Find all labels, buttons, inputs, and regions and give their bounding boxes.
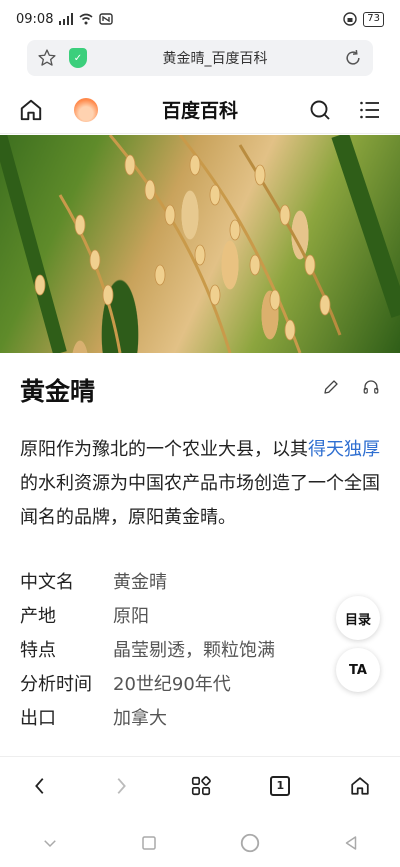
info-key: 中文名 bbox=[20, 572, 74, 593]
info-key: 出口 bbox=[20, 708, 56, 729]
info-key: 产地 bbox=[20, 606, 56, 627]
summary-text-start: 原阳作为豫北的一个农业大县，以其 bbox=[20, 439, 308, 460]
info-key: 分析时间 bbox=[20, 674, 92, 695]
basic-info-box: 中文名 黄金晴 产地 原阳 特点 晶莹剔透，颗粒饱满 分析时间 20世纪90年代… bbox=[20, 564, 340, 734]
back-triangle-icon[interactable] bbox=[342, 834, 360, 852]
address-bar[interactable]: ✓ 黄金晴_百度百科 bbox=[27, 40, 373, 76]
headphones-icon[interactable] bbox=[362, 378, 380, 396]
pencil-icon[interactable] bbox=[322, 378, 340, 396]
browser-bottom-nav: 1 bbox=[0, 756, 400, 814]
menu-icon[interactable] bbox=[358, 98, 382, 122]
info-key: 特点 bbox=[20, 640, 56, 661]
nfc-icon bbox=[99, 13, 114, 25]
entry-hero-image[interactable] bbox=[0, 135, 400, 353]
apps-icon[interactable] bbox=[190, 775, 212, 797]
back-icon[interactable] bbox=[29, 775, 51, 797]
home-icon[interactable] bbox=[349, 775, 371, 797]
shield-icon: ✓ bbox=[69, 48, 87, 68]
entry-summary: 原阳作为豫北的一个农业大县，以其得天独厚的水利资源为中国农产品市场创造了一个全国… bbox=[20, 433, 380, 535]
star-icon[interactable] bbox=[37, 48, 57, 68]
summary-link[interactable]: 得天独厚 bbox=[308, 439, 380, 460]
flame-icon[interactable] bbox=[74, 97, 98, 122]
tab-count-button[interactable]: 1 bbox=[270, 775, 291, 796]
info-value: 原阳 bbox=[113, 606, 149, 627]
lock-rotation-icon bbox=[343, 12, 357, 26]
wifi-icon bbox=[79, 13, 93, 25]
status-bar: 09:08 73 bbox=[0, 0, 400, 38]
refresh-icon[interactable] bbox=[343, 48, 363, 68]
recents-icon[interactable] bbox=[140, 834, 158, 852]
info-value: 加拿大 bbox=[113, 708, 167, 729]
signal-icon bbox=[59, 13, 74, 25]
entry-title: 黄金晴 bbox=[20, 377, 96, 406]
search-icon[interactable] bbox=[308, 98, 332, 122]
info-row: 分析时间 20世纪90年代 bbox=[20, 666, 340, 700]
battery-indicator: 73 bbox=[363, 11, 384, 27]
rice-illustration bbox=[0, 135, 400, 353]
status-time: 09:08 bbox=[16, 11, 54, 27]
title-actions bbox=[322, 378, 380, 396]
info-row: 特点 晶莹剔透，颗粒饱满 bbox=[20, 632, 340, 666]
info-value: 黄金晴 bbox=[113, 572, 167, 593]
forward-icon[interactable] bbox=[110, 775, 132, 797]
toc-button[interactable]: 目录 bbox=[336, 596, 380, 640]
system-nav-bar bbox=[0, 818, 400, 867]
home-circle-icon[interactable] bbox=[239, 832, 261, 854]
chevron-down-icon[interactable] bbox=[41, 834, 59, 852]
ta-button[interactable]: TA bbox=[336, 648, 380, 692]
site-header: 百度百科 bbox=[0, 86, 400, 134]
home-icon[interactable] bbox=[18, 97, 44, 123]
summary-text-end: 的水利资源为中国农产品市场创造了一个全国闻名的品牌，原阳黄金晴。 bbox=[20, 473, 380, 528]
page-title-url[interactable]: 黄金晴_百度百科 bbox=[87, 48, 343, 68]
info-row: 中文名 黄金晴 bbox=[20, 564, 340, 598]
info-row: 产地 原阳 bbox=[20, 598, 340, 632]
info-row: 出口 加拿大 bbox=[20, 700, 340, 734]
info-value: 20世纪90年代 bbox=[113, 674, 231, 695]
info-value: 晶莹剔透，颗粒饱满 bbox=[113, 640, 275, 661]
